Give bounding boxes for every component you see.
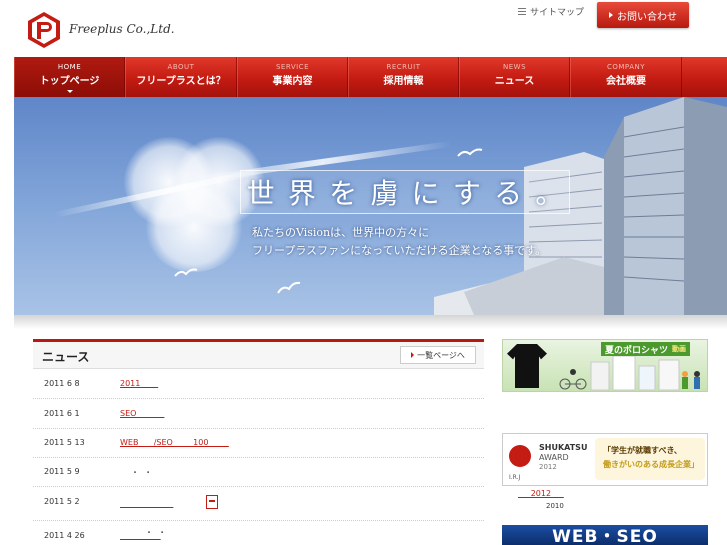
- seagull-icon: [277, 281, 301, 294]
- sitemap-icon: [518, 7, 526, 16]
- header: Freeplus Co.,Ltd. サイトマップ お問い合わせ: [0, 0, 727, 57]
- polo-shirt-banner[interactable]: 夏のポロシャツ 動画: [502, 339, 708, 392]
- nav-jp-label: 会社概要: [606, 76, 646, 87]
- news-link[interactable]: SEO: [120, 409, 164, 418]
- slogan-char: 界: [287, 177, 316, 210]
- news-text: ・ ・: [145, 528, 167, 537]
- nav-jp-label: 事業内容: [272, 76, 313, 87]
- news-date: 2011 5 9: [44, 467, 80, 476]
- polo-banner-sub: 動画: [672, 345, 687, 353]
- news-list-label: 一覧ページへ: [417, 350, 465, 360]
- polo-banner-title: 夏のポロシャツ 動画: [601, 342, 691, 356]
- nav-jp-label: 採用情報: [383, 76, 424, 87]
- hero-banner: 世 界 を 虜 に す る 。 私たちのVisionは、世界中の方々に フリープ…: [14, 97, 727, 315]
- nav-jp-label: フリープラスとは？: [136, 76, 226, 87]
- seagull-icon: [174, 268, 198, 277]
- news-date: 2011 5 2: [44, 497, 80, 506]
- news-row: 2011 5 9 ・ ・: [33, 457, 484, 487]
- news-row: 2011 5 13 WEB /SEO 100: [33, 428, 484, 458]
- nav-item-company[interactable]: COMPANY 会社概要: [570, 57, 682, 97]
- award-quote: 「学生が就職すべき、 働きがいのある成長企業」: [595, 438, 705, 480]
- award-quote-line1: 「学生が就職すべき、: [603, 446, 682, 455]
- nav-item-recruit[interactable]: RECRUIT 採用情報: [348, 57, 459, 97]
- sitemap-link[interactable]: サイトマップ: [518, 5, 584, 18]
- seagull-icon: [457, 148, 483, 157]
- news-text: ・ ・: [131, 468, 153, 477]
- slogan-char: す: [452, 177, 481, 210]
- news-list-button[interactable]: 一覧ページへ: [400, 346, 476, 364]
- news-link[interactable]: WEB /SEO 100: [120, 438, 229, 447]
- slogan-char: 虜: [370, 177, 399, 210]
- nav-en-label: ABOUT: [167, 63, 195, 71]
- web-seo-banner[interactable]: WEB・SEO: [502, 525, 708, 545]
- slogan-char: を: [329, 177, 358, 210]
- award-link[interactable]: 2012: [518, 489, 564, 498]
- page: Freeplus Co.,Ltd. サイトマップ お問い合わせ HOME トップ…: [0, 0, 727, 545]
- slogan: 世 界 を 虜 に す る 。: [240, 170, 570, 214]
- news-row: 2011 4 26 ・ ・: [33, 521, 484, 545]
- slogan-char: 。: [535, 177, 564, 210]
- news-date: 2011 6 1: [44, 409, 80, 418]
- contact-label: お問い合わせ: [617, 11, 677, 23]
- vision-text-line1: 私たちのVisionは、世界中の方々に: [252, 226, 430, 239]
- active-indicator-icon: [66, 90, 73, 93]
- nav-en-label: NEWS: [502, 63, 527, 71]
- nav-jp-label: トップページ: [39, 76, 100, 87]
- news-header: ニュース 一覧ページへ: [33, 342, 484, 369]
- shukatsu-award-banner[interactable]: SHUKATSU AWARD 2012 I.R.J 「学生が就職すべき、 働きが…: [502, 433, 708, 486]
- nav-jp-label: ニュース: [494, 76, 535, 87]
- award-note: 2010: [546, 502, 564, 510]
- freeplus-logo[interactable]: [25, 11, 63, 49]
- nav-item-home[interactable]: HOME トップページ: [14, 57, 125, 97]
- nav-en-label: COMPANY: [606, 63, 645, 71]
- pdf-icon[interactable]: [206, 495, 218, 509]
- nav-en-label: RECRUIT: [386, 63, 421, 71]
- news-link[interactable]: 2011: [120, 379, 158, 388]
- award-organizer: I.R.J: [509, 474, 521, 481]
- global-nav: HOME トップページ ABOUT フリープラスとは？ SERVICE 事業内容…: [14, 57, 727, 97]
- news-link[interactable]: [120, 499, 173, 508]
- award-quote-line2: 働きがいのある成長企業」: [603, 460, 699, 469]
- vision-text-line2: フリープラスファンになっていただける企業となる事です。: [252, 244, 547, 257]
- news-row: 2011 5 2: [33, 487, 484, 521]
- arrow-right-icon: [609, 12, 613, 18]
- town-illustration: [559, 355, 700, 391]
- contact-button[interactable]: お問い合わせ: [597, 2, 689, 28]
- company-name: Freeplus Co.,Ltd.: [69, 22, 175, 36]
- nav-item-service[interactable]: SERVICE 事業内容: [237, 57, 348, 97]
- news-title: ニュース: [42, 350, 90, 364]
- slogan-char: に: [411, 177, 440, 210]
- polo-banner-title-text: 夏のポロシャツ: [605, 345, 669, 356]
- news-date: 2011 6 8: [44, 379, 80, 388]
- news-row: 2011 6 8 2011: [33, 369, 484, 399]
- news-date: 2011 5 13: [44, 438, 85, 447]
- news-date: 2011 4 26: [44, 531, 85, 540]
- nav-en-label: SERVICE: [275, 63, 309, 71]
- arrow-right-icon: [411, 352, 415, 358]
- slogan-char: 世: [246, 177, 275, 210]
- nav-item-news[interactable]: NEWS ニュース: [459, 57, 570, 97]
- award-year: 2012: [539, 463, 557, 471]
- slogan-char: る: [494, 177, 523, 210]
- news-row: 2011 6 1 SEO: [33, 399, 484, 429]
- heart-cloud: [144, 182, 244, 272]
- award-label: AWARD: [539, 453, 569, 462]
- nav-item-about[interactable]: ABOUT フリープラスとは？: [125, 57, 237, 97]
- sitemap-label: サイトマップ: [530, 8, 585, 18]
- shukatsu-logo-icon: [509, 445, 531, 467]
- polo-shirt-image: [507, 344, 547, 388]
- award-name: SHUKATSU: [539, 443, 588, 452]
- hero-shadow: [14, 315, 727, 329]
- nav-en-label: HOME: [57, 63, 82, 71]
